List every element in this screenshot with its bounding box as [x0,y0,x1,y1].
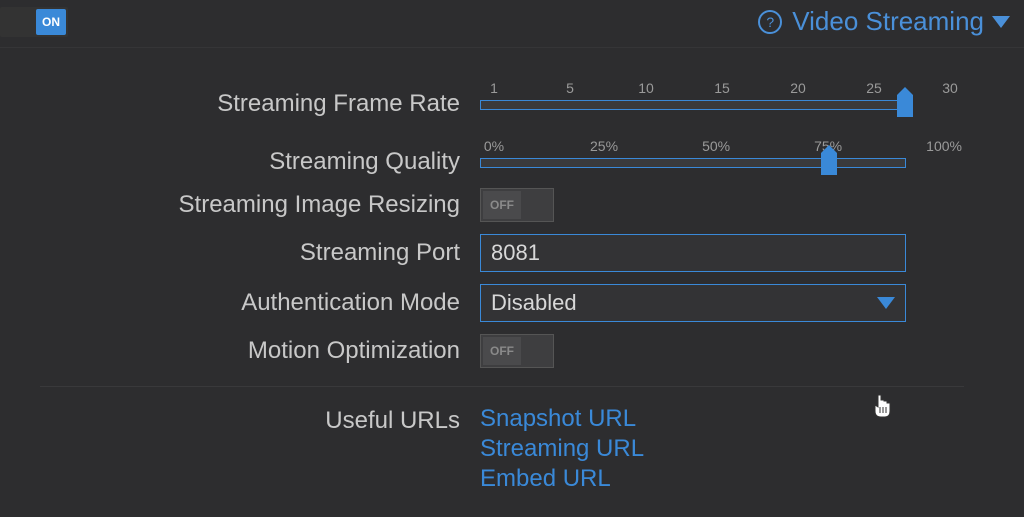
useful-urls-row: Useful URLs Snapshot URL Streaming URL E… [40,405,964,493]
embed-url-link[interactable]: Embed URL [480,465,964,493]
tick: 1 [482,80,506,96]
frame-rate-control: 1 5 10 15 20 25 30 [480,80,964,110]
auth-mode-value: Disabled [491,290,577,316]
chevron-down-icon [992,16,1010,28]
motion-opt-row: Motion Optimization OFF [40,334,964,368]
motion-opt-label: Motion Optimization [40,337,480,365]
image-resizing-label: Streaming Image Resizing [40,191,480,219]
video-streaming-toggle[interactable]: ON [0,7,68,37]
quality-thumb[interactable] [821,153,837,175]
auth-mode-label: Authentication Mode [40,289,480,317]
image-resizing-row: Streaming Image Resizing OFF [40,188,964,222]
streaming-port-input[interactable] [480,234,906,272]
header-right: ? Video Streaming [758,6,1010,37]
auth-mode-select[interactable]: Disabled [480,284,906,322]
panel-title-text: Video Streaming [792,6,984,37]
tick: 5 [558,80,582,96]
auth-mode-row: Authentication Mode Disabled [40,284,964,322]
image-resizing-toggle[interactable]: OFF [480,188,554,222]
tick: 25 [862,80,886,96]
divider [40,386,964,387]
useful-urls-label: Useful URLs [40,405,480,435]
content-area: Streaming Frame Rate 1 5 10 15 20 25 30 … [0,48,1024,493]
streaming-port-row: Streaming Port [40,234,964,272]
tick: 30 [938,80,962,96]
panel-title-toggle[interactable]: Video Streaming [792,6,1010,37]
frame-rate-thumb[interactable] [897,95,913,117]
frame-rate-slider[interactable] [480,100,906,110]
quality-slider[interactable] [480,158,906,168]
toggle-off-knob: OFF [483,337,521,365]
help-icon[interactable]: ? [758,10,782,34]
url-link-list: Snapshot URL Streaming URL Embed URL [480,405,964,493]
quality-control: 0% 25% 50% 75% 100% [480,138,964,168]
snapshot-url-link[interactable]: Snapshot URL [480,405,964,433]
panel-header: ON ? Video Streaming [0,0,1024,48]
tick: 100% [926,138,962,154]
streaming-port-label: Streaming Port [40,239,480,267]
tick: 10 [634,80,658,96]
toggle-on-knob: ON [36,9,66,35]
streaming-url-link[interactable]: Streaming URL [480,435,964,463]
quality-label: Streaming Quality [40,130,480,176]
tick: 50% [702,138,730,154]
tick: 20 [786,80,810,96]
quality-row: Streaming Quality 0% 25% 50% 75% 100% [40,130,964,176]
frame-rate-row: Streaming Frame Rate 1 5 10 15 20 25 30 [40,72,964,118]
tick: 25% [590,138,618,154]
frame-rate-label: Streaming Frame Rate [40,72,480,118]
tick: 0% [482,138,506,154]
chevron-down-icon [877,297,895,309]
tick: 15 [710,80,734,96]
toggle-off-knob: OFF [483,191,521,219]
frame-rate-ticks: 1 5 10 15 20 25 30 [480,80,964,100]
motion-opt-toggle[interactable]: OFF [480,334,554,368]
quality-ticks: 0% 25% 50% 75% 100% [480,138,964,158]
